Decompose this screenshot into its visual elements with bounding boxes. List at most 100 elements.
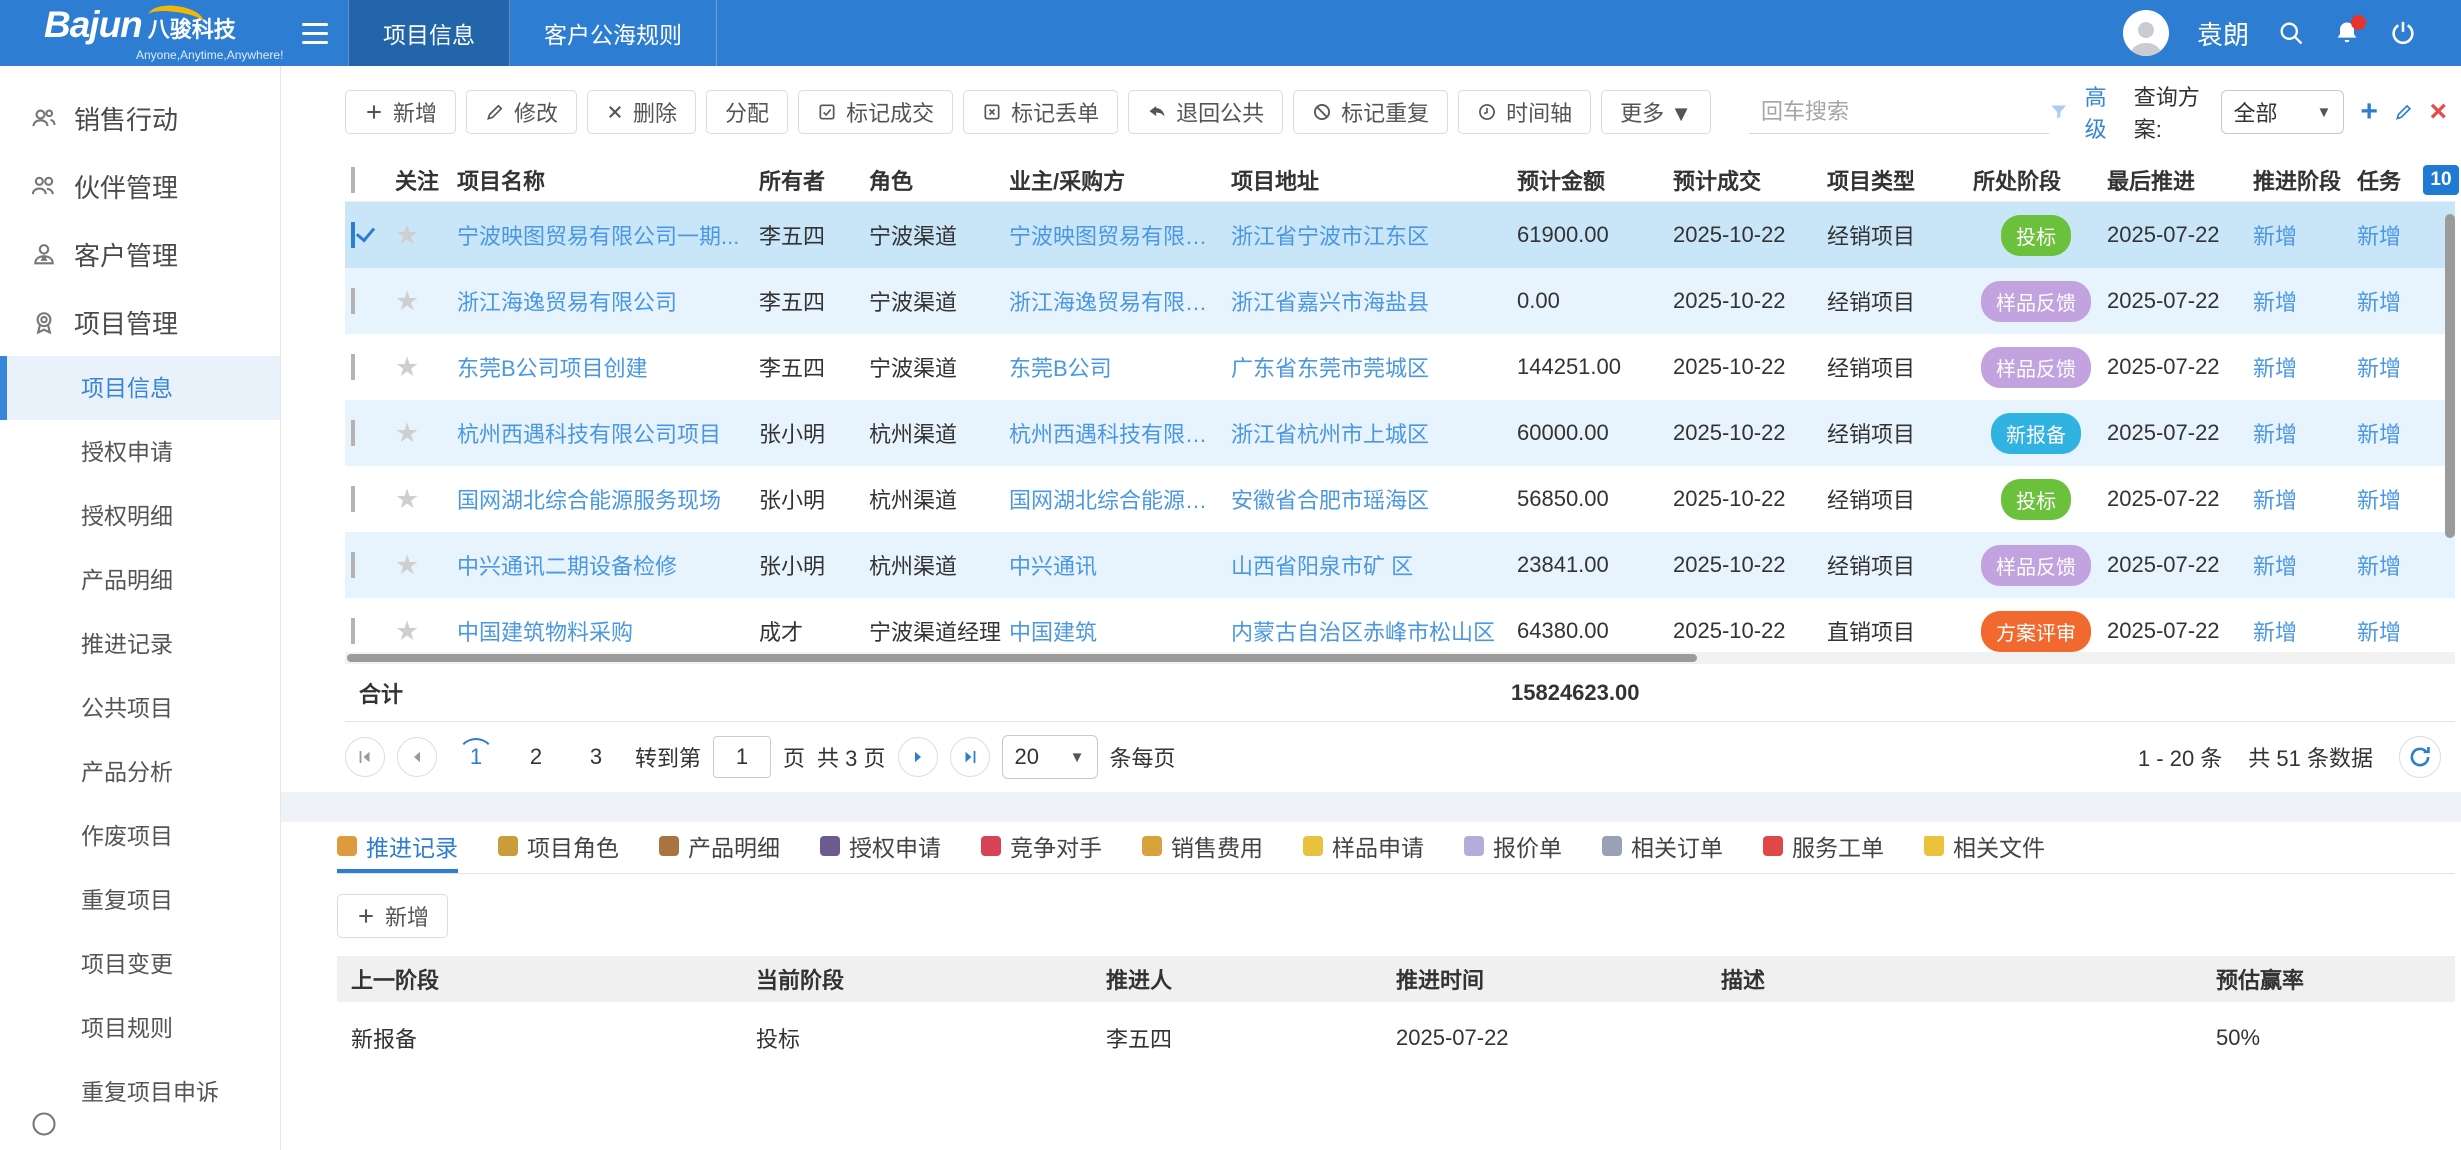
bell-icon[interactable] xyxy=(2333,19,2361,47)
toolbar-button-删除[interactable]: 删除 xyxy=(587,90,696,134)
power-icon[interactable] xyxy=(2389,19,2417,47)
last-page-button[interactable] xyxy=(950,737,990,777)
client-link[interactable]: 宁波映图贸易有限公司 xyxy=(1009,219,1231,251)
toolbar-button-修改[interactable]: 修改 xyxy=(466,90,577,134)
sidebar-item-推进记录[interactable]: 推进记录 xyxy=(0,612,280,676)
push-stage-link[interactable]: 新增 xyxy=(2253,285,2357,317)
sidebar-item-作废项目[interactable]: 作废项目 xyxy=(0,804,280,868)
address-link[interactable]: 浙江省杭州市上城区 xyxy=(1231,417,1517,449)
task-link[interactable]: 新增 xyxy=(2357,483,2423,515)
row-checkbox[interactable] xyxy=(351,486,355,512)
detail-tab-样品申请[interactable]: 样品申请 xyxy=(1303,822,1424,873)
toolbar-button-时间轴[interactable]: 时间轴 xyxy=(1458,90,1591,134)
address-link[interactable]: 山西省阳泉市矿 区 xyxy=(1231,549,1517,581)
push-stage-link[interactable]: 新增 xyxy=(2253,417,2357,449)
favorite-star-icon[interactable]: ★ xyxy=(395,484,457,515)
sidebar-item-授权申请[interactable]: 授权申请 xyxy=(0,420,280,484)
favorite-star-icon[interactable]: ★ xyxy=(395,286,457,317)
table-row[interactable]: ★浙江海逸贸易有限公司李五四宁波渠道浙江海逸贸易有限公司浙江省嘉兴市海盐县0.0… xyxy=(345,268,2455,334)
client-link[interactable]: 国网湖北综合能源服... xyxy=(1009,483,1231,515)
first-page-button[interactable] xyxy=(345,737,385,777)
toolbar-button-分配[interactable]: 分配 xyxy=(706,90,788,134)
push-stage-link[interactable]: 新增 xyxy=(2253,219,2357,251)
task-link[interactable]: 新增 xyxy=(2357,285,2423,317)
task-link[interactable]: 新增 xyxy=(2357,351,2423,383)
project-name-link[interactable]: 杭州西遇科技有限公司项目 xyxy=(457,417,759,449)
project-name-link[interactable]: 中兴通讯二期设备检修 xyxy=(457,549,759,581)
edit-query-plan-icon[interactable] xyxy=(2394,99,2414,125)
horizontal-scrollbar-track[interactable] xyxy=(345,652,2455,664)
project-name-link[interactable]: 中国建筑物料采购 xyxy=(457,615,759,647)
address-link[interactable]: 浙江省宁波市江东区 xyxy=(1231,219,1517,251)
sidebar-group-sales-actions[interactable]: 销售行动 xyxy=(0,84,280,152)
detail-add-button[interactable]: 新增 xyxy=(337,894,448,938)
favorite-star-icon[interactable]: ★ xyxy=(395,418,457,449)
sidebar-group-partners[interactable]: 伙伴管理 xyxy=(0,152,280,220)
detail-tab-竞争对手[interactable]: 竞争对手 xyxy=(981,822,1102,873)
table-row[interactable]: ★国网湖北综合能源服务现场张小明杭州渠道国网湖北综合能源服...安徽省合肥市瑶海… xyxy=(345,466,2455,532)
client-link[interactable]: 中兴通讯 xyxy=(1009,549,1231,581)
sidebar-item-产品分析[interactable]: 产品分析 xyxy=(0,740,280,804)
client-link[interactable]: 浙江海逸贸易有限公司 xyxy=(1009,285,1231,317)
project-name-link[interactable]: 宁波映图贸易有限公司一期... xyxy=(457,219,759,251)
favorite-star-icon[interactable]: ★ xyxy=(395,352,457,383)
page-number-2[interactable]: 2 xyxy=(517,738,555,776)
address-link[interactable]: 广东省东莞市莞城区 xyxy=(1231,351,1517,383)
search-input[interactable] xyxy=(1761,99,2049,125)
sidebar-item-产品明细[interactable]: 产品明细 xyxy=(0,548,280,612)
row-checkbox[interactable] xyxy=(351,420,355,446)
task-link[interactable]: 新增 xyxy=(2357,219,2423,251)
toolbar-button-标记重复[interactable]: 标记重复 xyxy=(1293,90,1448,134)
vertical-scrollbar[interactable] xyxy=(2445,214,2455,538)
page-number-1[interactable]: 1 xyxy=(457,738,495,776)
row-checkbox[interactable] xyxy=(351,222,355,248)
sidebar-group-partial[interactable] xyxy=(30,1110,58,1144)
favorite-star-icon[interactable]: ★ xyxy=(395,220,457,251)
detail-tab-相关文件[interactable]: 相关文件 xyxy=(1924,822,2045,873)
toolbar-button-退回公共[interactable]: 退回公共 xyxy=(1128,90,1283,134)
address-link[interactable]: 安徽省合肥市瑶海区 xyxy=(1231,483,1517,515)
sidebar-group-customers[interactable]: 客户管理 xyxy=(0,220,280,288)
delete-query-plan-button[interactable]: × xyxy=(2429,97,2447,127)
project-name-link[interactable]: 国网湖北综合能源服务现场 xyxy=(457,483,759,515)
toolbar-button-新增[interactable]: 新增 xyxy=(345,90,456,134)
row-checkbox[interactable] xyxy=(351,552,355,578)
avatar[interactable] xyxy=(2123,10,2169,56)
address-link[interactable]: 浙江省嘉兴市海盐县 xyxy=(1231,285,1517,317)
sidebar-item-公共项目[interactable]: 公共项目 xyxy=(0,676,280,740)
push-stage-link[interactable]: 新增 xyxy=(2253,483,2357,515)
menu-toggle-icon[interactable] xyxy=(282,0,348,66)
sidebar-item-项目变更[interactable]: 项目变更 xyxy=(0,932,280,996)
task-link[interactable]: 新增 xyxy=(2357,615,2423,647)
prev-page-button[interactable] xyxy=(397,737,437,777)
sidebar-item-项目信息[interactable]: 项目信息 xyxy=(0,356,280,420)
detail-tab-产品明细[interactable]: 产品明细 xyxy=(659,822,780,873)
refresh-button[interactable] xyxy=(2399,736,2441,778)
detail-tab-服务工单[interactable]: 服务工单 xyxy=(1763,822,1884,873)
query-plan-select[interactable]: 全部 ▼ xyxy=(2221,90,2345,134)
funnel-icon[interactable] xyxy=(2049,99,2069,125)
detail-tab-项目角色[interactable]: 项目角色 xyxy=(498,822,619,873)
client-link[interactable]: 杭州西遇科技有限公司 xyxy=(1009,417,1231,449)
next-page-button[interactable] xyxy=(898,737,938,777)
sidebar-item-重复项目[interactable]: 重复项目 xyxy=(0,868,280,932)
client-link[interactable]: 中国建筑 xyxy=(1009,615,1231,647)
push-stage-link[interactable]: 新增 xyxy=(2253,351,2357,383)
detail-tab-相关订单[interactable]: 相关订单 xyxy=(1602,822,1723,873)
table-row[interactable]: ★杭州西遇科技有限公司项目张小明杭州渠道杭州西遇科技有限公司浙江省杭州市上城区6… xyxy=(345,400,2455,466)
favorite-star-icon[interactable]: ★ xyxy=(395,616,457,647)
user-name[interactable]: 袁朗 xyxy=(2197,15,2249,52)
select-all-checkbox[interactable] xyxy=(351,167,355,193)
row-checkbox[interactable] xyxy=(351,288,355,314)
horizontal-scrollbar-thumb[interactable] xyxy=(347,654,1697,662)
project-name-link[interactable]: 浙江海逸贸易有限公司 xyxy=(457,285,759,317)
add-query-plan-button[interactable]: + xyxy=(2360,97,2378,127)
favorite-star-icon[interactable]: ★ xyxy=(395,550,457,581)
top-tab[interactable]: 客户公海规则 xyxy=(510,0,717,66)
advanced-search-link[interactable]: 高级 xyxy=(2085,80,2118,144)
search-icon[interactable] xyxy=(2277,19,2305,47)
row-checkbox[interactable] xyxy=(351,354,355,380)
sidebar-group-projects[interactable]: 项目管理 xyxy=(0,288,280,356)
client-link[interactable]: 东莞B公司 xyxy=(1009,351,1231,383)
push-stage-link[interactable]: 新增 xyxy=(2253,615,2357,647)
